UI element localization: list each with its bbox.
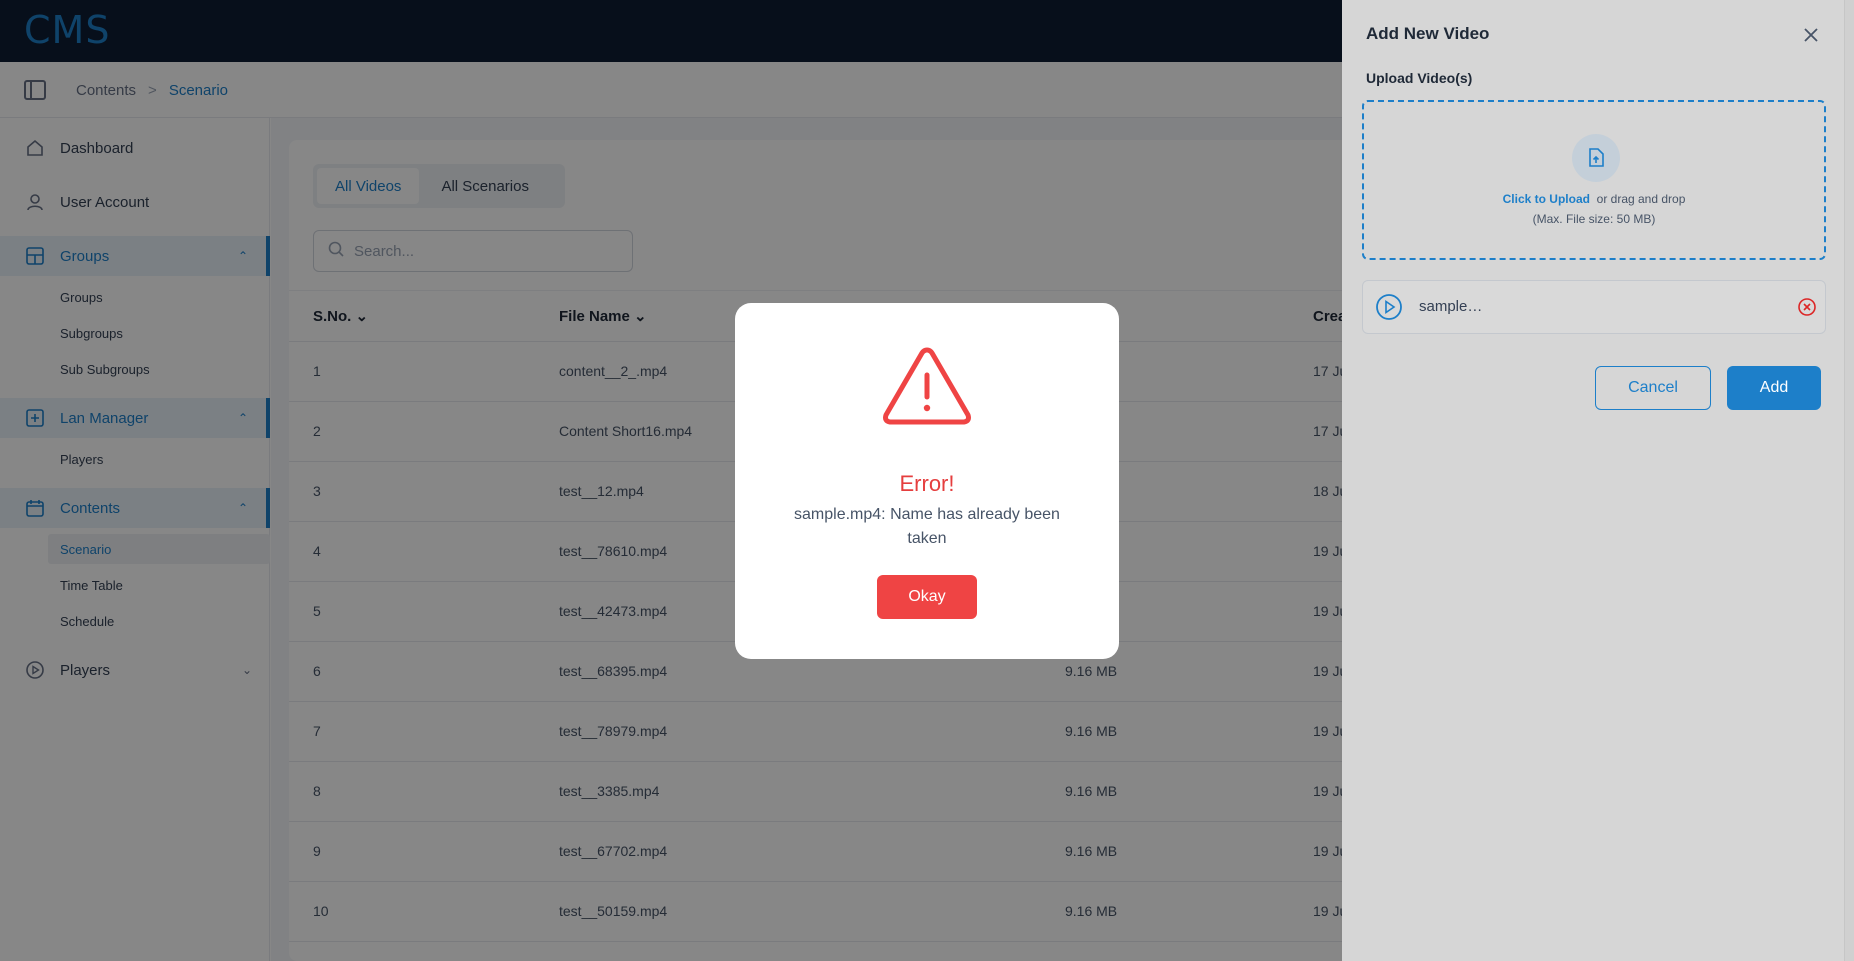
remove-file-icon[interactable] (1797, 297, 1817, 317)
upload-file-icon (1572, 134, 1620, 182)
max-file-size: (Max. File size: 50 MB) (1532, 212, 1656, 226)
add-button[interactable]: Add (1727, 366, 1821, 410)
drawer-title: Add New Video (1366, 24, 1490, 43)
upload-instructions: Click to Upload or drag and drop (1364, 192, 1824, 206)
add-video-drawer: Add New Video Upload Video(s) Click to U… (1342, 0, 1854, 961)
play-circle-icon[interactable] (1375, 293, 1403, 321)
uploaded-file-item: sample… (1362, 280, 1826, 334)
upload-dropzone[interactable]: Click to Upload or drag and drop (Max. F… (1362, 100, 1826, 260)
click-to-upload-link[interactable]: Click to Upload (1503, 192, 1590, 206)
cancel-button[interactable]: Cancel (1595, 366, 1711, 410)
error-message: sample.mp4: Name has already been taken (794, 506, 1060, 547)
error-title: Error! (899, 471, 955, 496)
warning-icon (881, 345, 973, 427)
error-modal: Error! sample.mp4: Name has already been… (735, 303, 1119, 659)
okay-button[interactable]: Okay (877, 575, 977, 619)
upload-label: Upload Video(s) (1366, 70, 1473, 86)
drag-drop-text: or drag and drop (1596, 192, 1686, 206)
uploaded-file-name: sample… (1419, 298, 1483, 315)
drawer-scrollbar[interactable] (1844, 0, 1854, 961)
close-icon[interactable] (1800, 24, 1822, 46)
